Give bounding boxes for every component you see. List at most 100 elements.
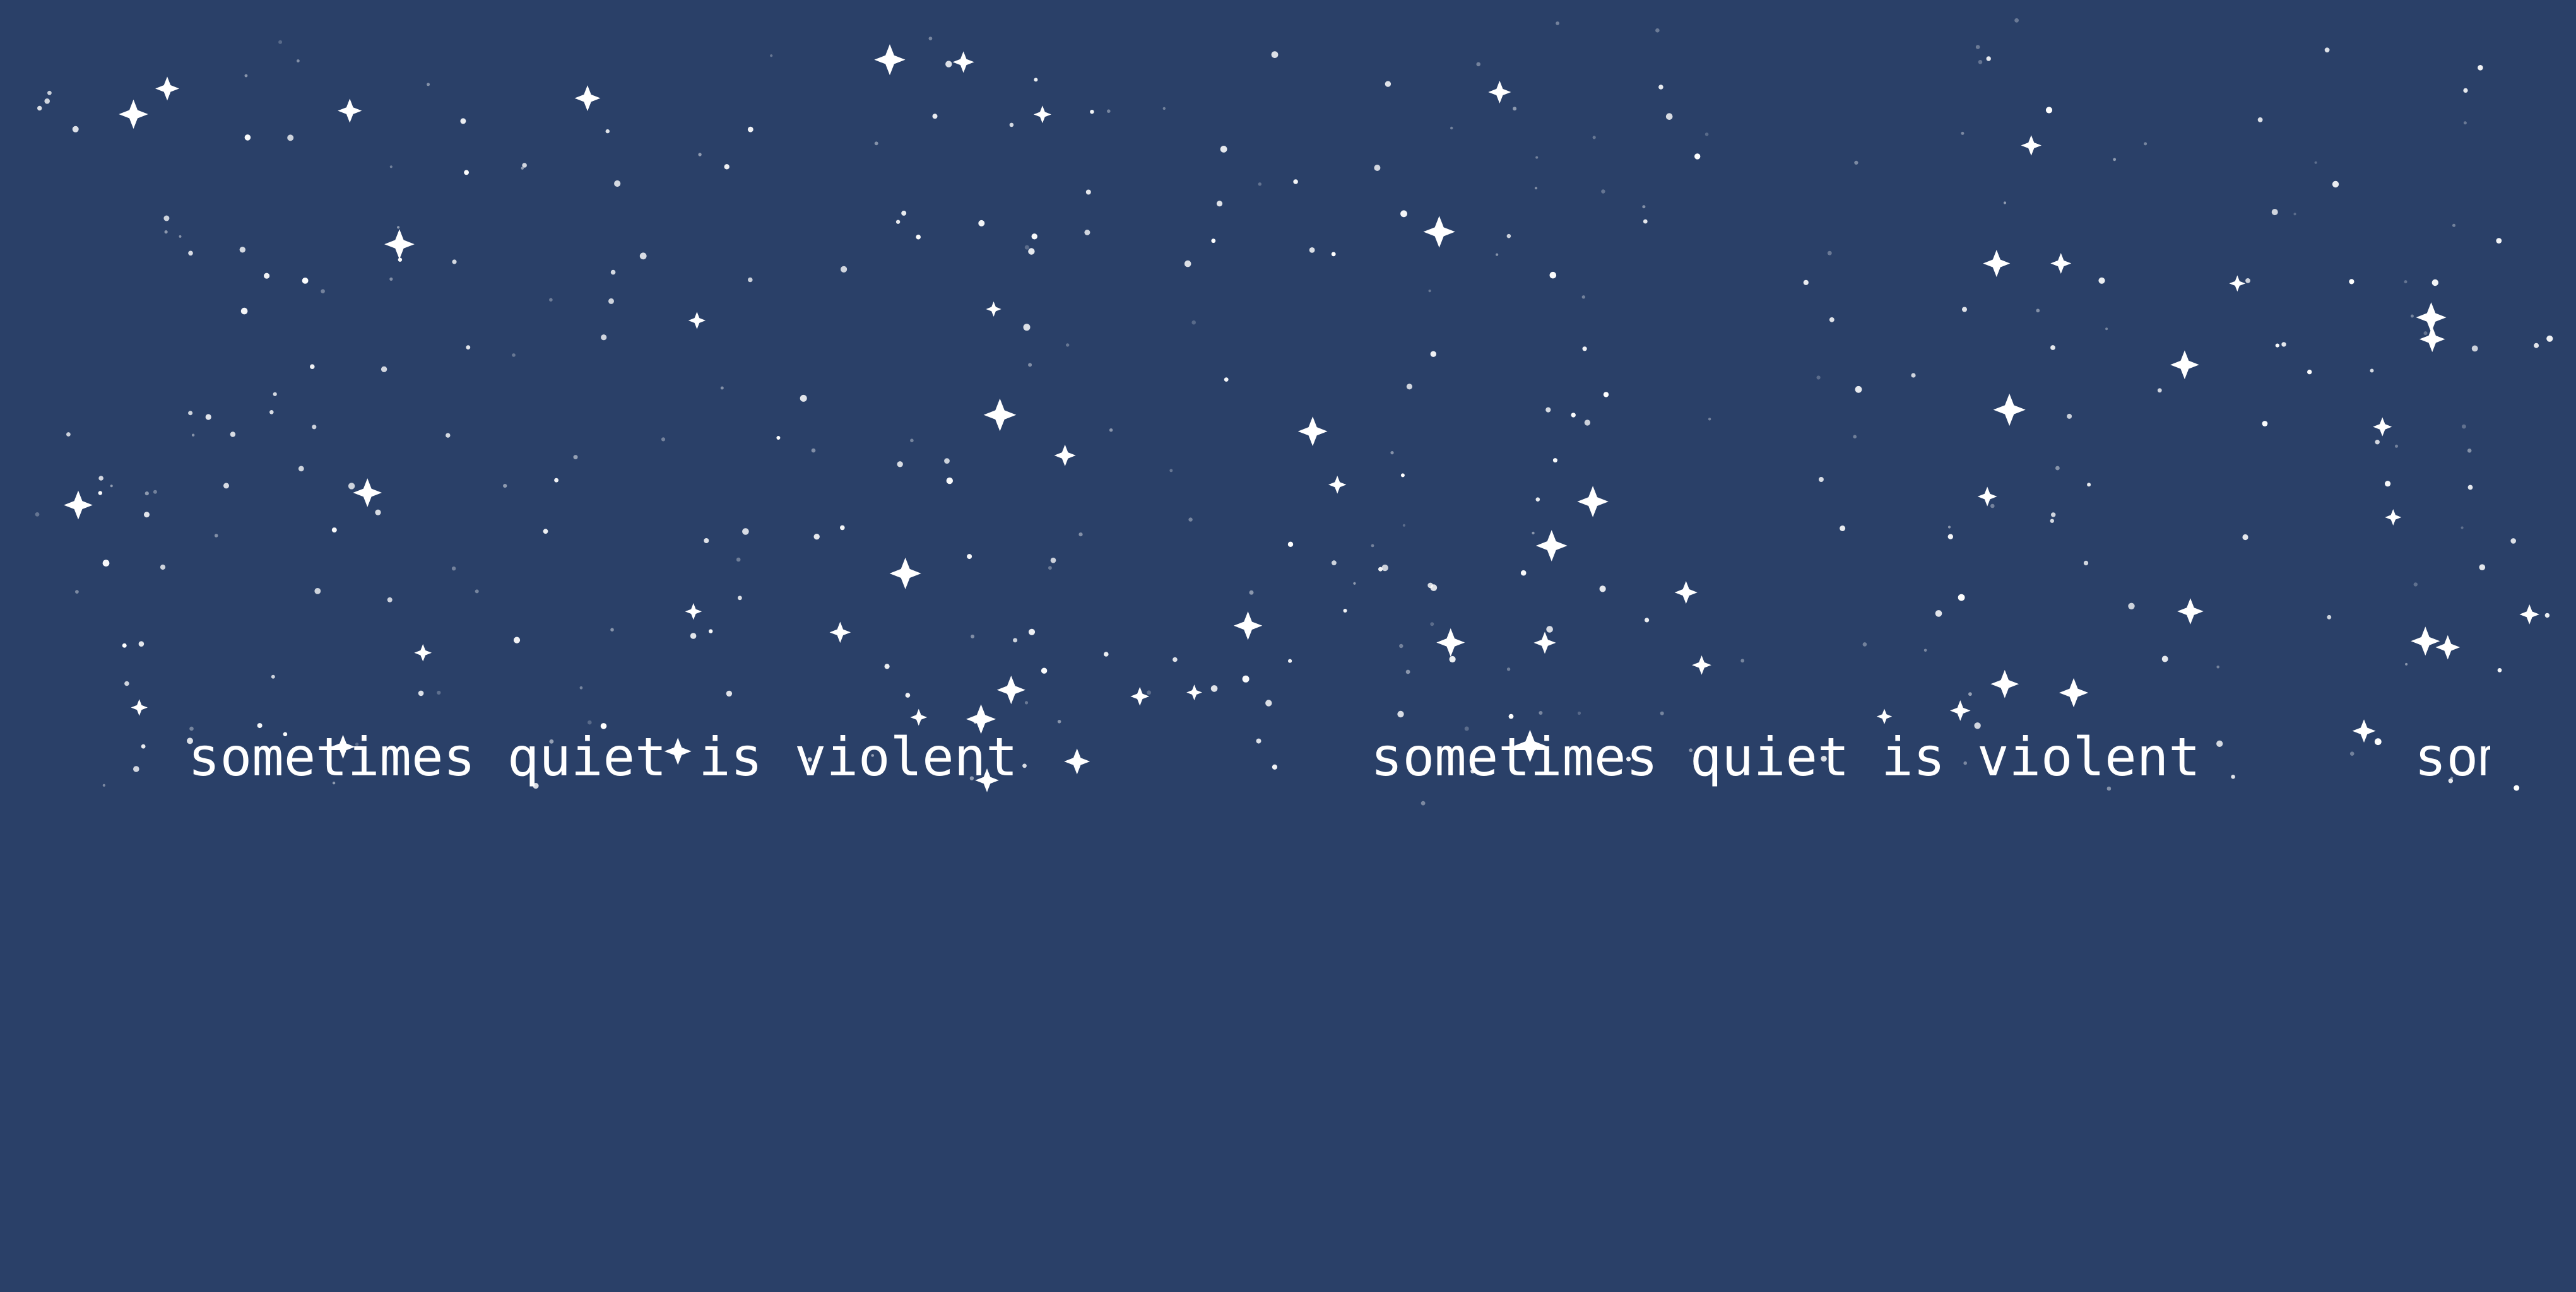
sparkle-star [1488, 80, 1511, 104]
star-dot [1331, 252, 1336, 257]
star-dot [1066, 343, 1070, 347]
star-dot [724, 164, 730, 170]
star-dot [2413, 582, 2418, 587]
star-dot [1923, 649, 1927, 652]
star-dot [610, 269, 616, 275]
star-dot [287, 134, 294, 141]
sparkle-star [1423, 216, 1455, 248]
star-dot [747, 126, 753, 132]
sparkle-star [2170, 350, 2199, 380]
star-dot [446, 433, 451, 438]
marquee-text: sometimes quiet is violent [188, 726, 1018, 788]
star-dot [1385, 81, 1391, 87]
star-dot [191, 433, 195, 437]
star-dot [2461, 526, 2464, 529]
star-dot [1374, 165, 1381, 171]
star-dot [398, 257, 403, 262]
star-dot [971, 634, 975, 638]
star-dot [720, 386, 724, 390]
star-dot [110, 484, 113, 488]
star-dot [916, 234, 921, 240]
star-dot [661, 437, 666, 442]
star-dot [776, 436, 781, 440]
sparkle-star [338, 98, 362, 123]
star-dot [2067, 413, 2072, 419]
star-dot [2036, 308, 2040, 313]
star-dot [2087, 483, 2091, 487]
star-dot [1090, 110, 1094, 114]
sparkle-star [1990, 669, 2019, 698]
star-dot [451, 567, 456, 571]
star-dot [460, 118, 466, 124]
star-dot [2271, 209, 2278, 216]
star-dot [1694, 153, 1701, 160]
star-dot [466, 345, 471, 349]
star-dot [1023, 324, 1031, 331]
star-dot [1220, 146, 1227, 153]
sparkle-star [155, 76, 179, 101]
star-dot [1031, 233, 1037, 240]
star-dot [1427, 582, 1433, 589]
star-dot [1655, 28, 1660, 33]
star-dot [2534, 343, 2539, 348]
star-dot [102, 560, 110, 567]
star-dot [2245, 278, 2250, 283]
star-dot [375, 509, 381, 515]
sparkle-star [1577, 486, 1609, 517]
star-dot [314, 588, 321, 594]
star-dot [1242, 675, 1250, 683]
star-dot [1211, 238, 1216, 244]
star-dot [901, 210, 907, 216]
star-dot [2098, 277, 2105, 284]
star-dot [1450, 126, 1453, 130]
star-dot [1430, 622, 1434, 626]
star-dot [138, 641, 145, 647]
star-dot [813, 534, 820, 540]
star-dot [1581, 295, 1585, 299]
star-dot [944, 458, 950, 464]
star-dot [2144, 142, 2148, 146]
star-dot [1978, 60, 1983, 64]
sparkle-star [1983, 250, 2011, 278]
star-dot [1911, 373, 1916, 378]
star-dot [2404, 280, 2408, 284]
star-dot [2216, 666, 2219, 669]
sparkle-star [986, 301, 1001, 317]
sparkle-star [2373, 417, 2392, 437]
star-dot [1191, 320, 1196, 325]
sparkle-star [2229, 275, 2246, 292]
star-dot [1708, 418, 1711, 421]
star-dot [1556, 21, 1560, 25]
star-dot [1705, 132, 1709, 136]
sparkle-star [1533, 631, 1556, 654]
sparkle-star [2435, 635, 2461, 660]
star-dot [2479, 564, 2486, 570]
star-dot [513, 637, 521, 643]
star-dot [1968, 692, 1972, 696]
scrolling-marquee: sometimes quiet is violent sometimes qui… [0, 713, 2490, 801]
sparkle-star [1130, 686, 1150, 706]
star-dot [47, 90, 52, 95]
star-dot [389, 277, 393, 281]
star-dot [1188, 517, 1193, 522]
star-dot [1400, 473, 1405, 478]
sparkle-star [2385, 508, 2402, 526]
star-dot [1552, 458, 1557, 463]
star-dot [1816, 375, 1821, 380]
star-dot [2157, 388, 2162, 393]
star-dot [66, 432, 71, 437]
star-dot [2324, 47, 2330, 53]
star-dot [2050, 345, 2055, 350]
star-dot [1104, 652, 1109, 657]
star-dot [2471, 345, 2478, 352]
star-dot [503, 484, 507, 488]
star-dot [2014, 18, 2019, 23]
star-dot [1642, 205, 1646, 209]
star-dot [1050, 557, 1056, 563]
star-dot [1853, 435, 1857, 438]
sparkle-star [2021, 135, 2042, 156]
star-dot [145, 491, 149, 496]
star-dot [2463, 121, 2467, 125]
star-dot [1224, 377, 1229, 382]
star-dot [1406, 384, 1412, 390]
